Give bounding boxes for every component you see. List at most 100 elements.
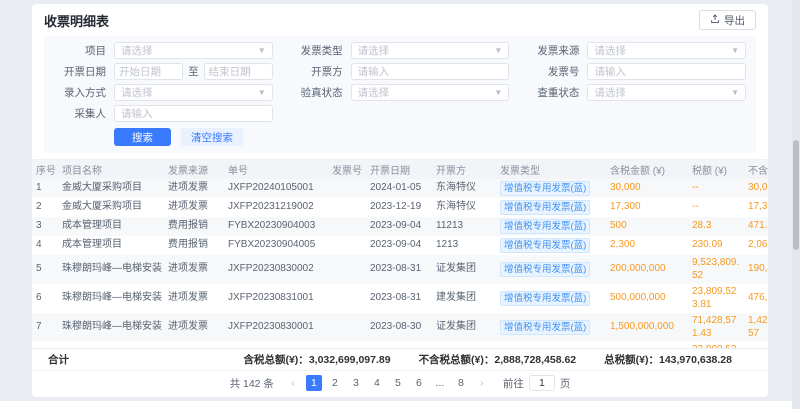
cell-type: 增值税专用发票(蓝) bbox=[496, 284, 606, 313]
cell-source: 费用报销 bbox=[164, 217, 224, 236]
export-button[interactable]: 导出 bbox=[699, 10, 756, 30]
cell-date: 2023-12-19 bbox=[366, 198, 432, 217]
cell-issuer: 证发集团 bbox=[432, 255, 496, 284]
cell-net: 476,190,476.19 bbox=[744, 284, 768, 313]
page-button-1[interactable]: 1 bbox=[306, 375, 322, 391]
invoice-type-badge: 增值税专用发票(蓝) bbox=[500, 219, 590, 234]
collector-input[interactable] bbox=[114, 105, 273, 122]
cell-date: 2023-08-30 bbox=[366, 313, 432, 342]
page-button-5[interactable]: 5 bbox=[390, 375, 406, 391]
cell-source: 费用报销 bbox=[164, 236, 224, 255]
duplicate-status-select[interactable]: 请选择 ▼ bbox=[587, 84, 746, 101]
export-button-label: 导出 bbox=[724, 13, 745, 28]
date-range-separator: 至 bbox=[188, 64, 199, 79]
search-button[interactable]: 搜索 bbox=[114, 128, 171, 146]
next-page-button[interactable]: › bbox=[474, 375, 490, 391]
cell-invoice-no bbox=[328, 179, 366, 198]
cell-project: 金威大厦采购项目 bbox=[58, 198, 164, 217]
cell-index: 3 bbox=[32, 217, 58, 236]
cell-type: 增值税专用发票(蓝) bbox=[496, 313, 606, 342]
issuer-input[interactable] bbox=[351, 63, 510, 80]
filter-duplicate-status-label: 查重状态 bbox=[527, 85, 579, 100]
invoice-type-badge: 增值税专用发票(蓝) bbox=[500, 320, 590, 335]
filter-issuer-label: 开票方 bbox=[291, 64, 343, 79]
table-row[interactable]: 3 成本管理项目 费用报销 FYBX20230904003 2023-09-04… bbox=[32, 217, 768, 236]
invoice-source-select[interactable]: 请选择 ▼ bbox=[587, 42, 746, 59]
duplicate-status-select-value: 请选择 bbox=[594, 85, 626, 100]
page-button-4[interactable]: 4 bbox=[369, 375, 385, 391]
cell-source: 进项发票 bbox=[164, 179, 224, 198]
invoice-type-badge: 增值税专用发票(蓝) bbox=[500, 291, 590, 306]
jumper-prefix: 前往 bbox=[503, 376, 524, 391]
cell-index: 7 bbox=[32, 313, 58, 342]
table-row[interactable]: 5 珠穆朗玛峰—电梯安装 进项发票 JXFP20230830002 2023-0… bbox=[32, 255, 768, 284]
verify-status-select[interactable]: 请选择 ▼ bbox=[351, 84, 510, 101]
cell-issuer: 东海特仪 bbox=[432, 179, 496, 198]
invoice-type-select-value: 请选择 bbox=[358, 43, 390, 58]
page-button-6[interactable]: 6 bbox=[411, 375, 427, 391]
filters-panel: 项目 请选择 ▼ 发票类型 请选择 ▼ 发票来源 请选择 ▼ bbox=[44, 36, 756, 153]
filter-entry-method-label: 录入方式 bbox=[54, 85, 106, 100]
entry-method-select[interactable]: 请选择 ▼ bbox=[114, 84, 273, 101]
column-header-date: 开票日期 bbox=[366, 160, 432, 179]
filter-invoice-date: 开票日期 至 bbox=[54, 63, 273, 80]
filter-invoice-type-label: 发票类型 bbox=[291, 43, 343, 58]
cell-order-no: FYBX20230904003 bbox=[224, 217, 328, 236]
cell-invoice-no bbox=[328, 217, 366, 236]
cell-amount: 500,000,000 bbox=[606, 284, 688, 313]
column-header-project: 项目名称 bbox=[58, 160, 164, 179]
chevron-down-icon: ▼ bbox=[494, 89, 502, 97]
cell-issuer: 建发集团 bbox=[432, 284, 496, 313]
cell-project: 金威大厦采购项目 bbox=[58, 179, 164, 198]
filter-actions: 搜索 清空搜索 bbox=[114, 128, 746, 146]
export-icon bbox=[710, 14, 720, 27]
filter-collector: 采集人 bbox=[54, 105, 273, 122]
summary-tax-excl-total: 不含税总额(¥)：2,888,728,458.62 bbox=[419, 352, 577, 367]
invoice-source-select-value: 请选择 bbox=[594, 43, 626, 58]
prev-page-button[interactable]: ‹ bbox=[285, 375, 301, 391]
page-button-3[interactable]: 3 bbox=[348, 375, 364, 391]
jumper-input[interactable] bbox=[529, 375, 555, 391]
cell-index: 1 bbox=[32, 179, 58, 198]
cell-type: 增值税专用发票(蓝) bbox=[496, 217, 606, 236]
cell-issuer: 东海特仪 bbox=[432, 198, 496, 217]
table-row[interactable]: 4 成本管理项目 费用报销 FYBX20230904005 2023-09-04… bbox=[32, 236, 768, 255]
table-row[interactable]: 1 金威大厦采购项目 进项发票 JXFP20240105001 2024-01-… bbox=[32, 179, 768, 198]
cell-net: 1,428,571,428.57 bbox=[744, 313, 768, 342]
project-select[interactable]: 请选择 ▼ bbox=[114, 42, 273, 59]
cell-amount: 500 bbox=[606, 217, 688, 236]
cell-type: 增值税专用发票(蓝) bbox=[496, 255, 606, 284]
chevron-down-icon: ▼ bbox=[494, 47, 502, 55]
filter-verify-status: 验真状态 请选择 ▼ bbox=[291, 84, 510, 101]
filter-invoice-date-label: 开票日期 bbox=[54, 64, 106, 79]
table-row[interactable]: 6 珠穆朗玛峰—电梯安装 进项发票 JXFP20230831001 2023-0… bbox=[32, 284, 768, 313]
summary-tax-total: 总税额(¥)：143,970,638.28 bbox=[604, 352, 732, 367]
invoice-type-badge: 增值税专用发票(蓝) bbox=[500, 181, 590, 196]
cell-index: 2 bbox=[32, 198, 58, 217]
table-row[interactable]: 7 珠穆朗玛峰—电梯安装 进项发票 JXFP20230830001 2023-0… bbox=[32, 313, 768, 342]
cell-net: 17,300 bbox=[744, 198, 768, 217]
start-date-input[interactable] bbox=[114, 63, 183, 80]
vertical-scrollbar-thumb[interactable] bbox=[793, 140, 799, 250]
column-header-amount: 含税金额 (¥) bbox=[606, 160, 688, 179]
bottom-strip bbox=[0, 401, 792, 409]
invoice-type-badge: 增值税专用发票(蓝) bbox=[500, 200, 590, 215]
invoice-no-input[interactable] bbox=[587, 63, 746, 80]
invoice-type-select[interactable]: 请选择 ▼ bbox=[351, 42, 510, 59]
filter-collector-label: 采集人 bbox=[54, 106, 106, 121]
cell-project: 珠穆朗玛峰—电梯安装 bbox=[58, 284, 164, 313]
cell-source: 进项发票 bbox=[164, 313, 224, 342]
table-header-row: 序号 项目名称 发票来源 单号 发票号 开票日期 开票方 发票类型 含税金额 (… bbox=[32, 160, 768, 179]
filter-invoice-no: 发票号 bbox=[527, 63, 746, 80]
clear-search-button[interactable]: 清空搜索 bbox=[181, 128, 243, 146]
table-row[interactable]: 2 金威大厦采购项目 进项发票 JXFP20231219002 2023-12-… bbox=[32, 198, 768, 217]
page-button-2[interactable]: 2 bbox=[327, 375, 343, 391]
end-date-input[interactable] bbox=[204, 63, 273, 80]
cell-amount: 1,500,000,000 bbox=[606, 313, 688, 342]
pagination-total: 共 142 条 bbox=[230, 376, 274, 391]
cell-issuer: 1213 bbox=[432, 236, 496, 255]
cell-tax: 23,809,523.81 bbox=[688, 284, 744, 313]
cell-amount: 200,000,000 bbox=[606, 255, 688, 284]
page-button-8[interactable]: 8 bbox=[453, 375, 469, 391]
chevron-down-icon: ▼ bbox=[258, 89, 266, 97]
